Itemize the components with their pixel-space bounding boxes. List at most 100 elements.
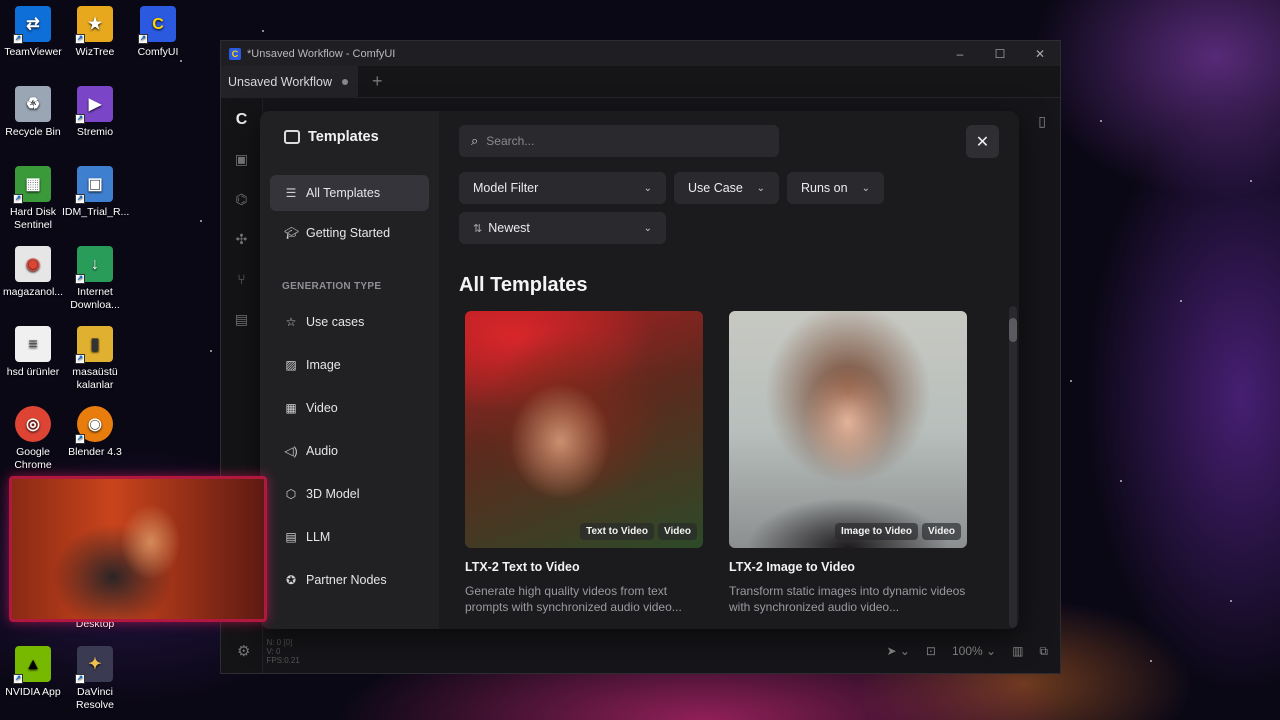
desktop-icon-magazanol[interactable]: ◉ magazanol... [0,246,66,299]
search-input[interactable] [486,134,747,148]
desktop-icon-blender[interactable]: ◉ ↗ Blender 4.3 [62,406,128,459]
comfyui-icon: C ↗ [138,6,176,44]
maximize-icon[interactable]: ☐ [980,47,1020,61]
runs-on-dropdown[interactable]: Runs on ⌄ [787,172,884,204]
desktop-icon-stremio[interactable]: ▶ ↗ Stremio [62,86,128,139]
chrome-icon: ◎ [15,406,51,442]
minimize-icon[interactable]: – [940,47,980,61]
desktop-icon-teamviewer[interactable]: ⇄ ↗ TeamViewer [0,6,66,59]
template-card-title: LTX-2 Text to Video [465,560,580,574]
film-icon: ▦ [285,400,297,415]
desktop-icon-wiztree[interactable]: ★ ↗ WizTree [62,6,128,59]
list-icon: ☰ [285,186,297,200]
template-thumbnail: Image to Video Video [729,311,967,548]
templates-icon [284,130,300,144]
desktop-icon-davinci-resolve[interactable]: ✦ ↗ DaVinci Resolve [62,646,128,712]
comfy-logo-icon[interactable]: C [232,111,252,131]
stremio-icon: ▶ ↗ [75,86,113,124]
nav-getting-started[interactable]: 🎓︎ Getting Started [270,215,429,251]
comfyui-app-icon: C [229,47,241,60]
close-window-icon[interactable]: ✕ [1020,47,1060,61]
fit-view-icon[interactable]: ⊡ [926,644,936,658]
template-thumbnail: Text to Video Video [465,311,703,548]
badge-type: Video [921,523,961,540]
nav-3d-model[interactable]: ⬡ 3D Model [270,474,429,513]
desktop-icon-idm-trial[interactable]: ▣ ↗ IDM_Trial_R... [62,166,129,219]
nav-audio[interactable]: ◁) Audio [270,431,429,470]
sort-arrows-icon: ⇅ [473,222,483,235]
chevron-down-icon: ⌄ [861,182,870,194]
desktop-icon-hard-disk-sentinel[interactable]: ▦ ↗ Hard Disk Sentinel [0,166,66,232]
nav-use-cases[interactable]: ☆ Use cases [270,302,429,341]
link-visibility-icon[interactable]: ⧉ [1039,644,1048,659]
star-icon: ☆ [285,314,297,329]
search-box: ⌕ [459,125,779,157]
desktop-icon-masaustu-kalanlar[interactable]: ▮ ↗ masaüstü kalanlar [62,326,128,392]
templates-heading: Templates [284,129,429,145]
desktop-icon-nvidia-app[interactable]: ▲ ↗ NVIDIA App [0,646,66,699]
images-icon[interactable]: ▣ [232,151,252,171]
template-card-ltx2-image-to-video[interactable]: Image to Video Video LTX-2 Image to Vide… [729,311,967,615]
desktop-icon-recycle-bin[interactable]: ♻ Recycle Bin [0,86,66,139]
template-card-ltx2-text-to-video[interactable]: Text to Video Video LTX-2 Text to Video … [465,311,703,615]
filter-row: Model Filter ⌄ Use Case ⌄ Runs on ⌄ ⇅ Ne… [459,172,999,244]
template-card-description: Generate high quality videos from text p… [465,584,682,614]
badge-type: Video [657,523,697,540]
workflow-tabbar: Unsaved Workflow + [221,65,1060,98]
nvidia-icon: ▲ ↗ [13,646,51,684]
speaker-icon: ◁) [284,443,298,458]
templates-sidebar: Templates ☰ All Templates 🎓︎ Getting Sta… [260,111,439,629]
new-tab-plus-icon[interactable]: + [372,71,383,92]
settings-gear-icon[interactable]: ⚙ [237,642,250,660]
template-card-description: Transform static images into dynamic vid… [729,584,966,614]
teamviewer-icon: ⇄ ↗ [13,6,51,44]
workflow-tab[interactable]: Unsaved Workflow [221,65,358,98]
search-icon: ⌕ [471,133,479,148]
use-case-dropdown[interactable]: Use Case ⌄ [674,172,779,204]
nav-video[interactable]: ▦ Video [270,388,429,427]
chevron-down-icon: ⌄ [756,182,765,194]
unsaved-dot-icon [341,78,348,85]
desktop-icon-internet-download-manager[interactable]: ↓ ↗ Internet Downloa... [62,246,128,312]
cube-icon: ⬡ [285,486,297,501]
webcam-overlay [9,476,267,622]
chevron-down-icon: ⌄ [643,182,652,194]
desktop-icon-comfyui[interactable]: C ↗ ComfyUI [125,6,191,59]
badge-icon: ✪ [285,572,297,587]
recycle-bin-icon: ♻ [15,86,51,122]
pointer-tool-icon[interactable]: ➤ ⌄ [886,644,909,658]
templates-modal: Templates ☰ All Templates 🎓︎ Getting Sta… [260,111,1019,629]
zoom-level[interactable]: 100% ⌄ [952,644,996,658]
close-icon: ✕ [975,133,990,151]
right-panel-toggle-icon[interactable]: ▯ [1038,113,1046,130]
hard-disk-icon: ▦ ↗ [13,166,51,204]
close-modal-button[interactable]: ✕ [966,125,999,158]
desktop-icon-hsd-urunler[interactable]: ≡ hsd ürünler [0,326,66,379]
templates-scrollbar[interactable] [1009,306,1017,628]
nodes-icon[interactable]: ✣ [232,231,252,251]
models-icon[interactable]: ⌬ [232,191,252,211]
image-icon: ▨ [285,357,297,372]
nav-llm[interactable]: ▤ LLM [270,517,429,556]
workflows-icon[interactable]: ⑂ [232,271,252,291]
minimap-icon[interactable]: ▥ [1012,644,1023,658]
model-filter-dropdown[interactable]: Model Filter ⌄ [459,172,666,204]
templates-content: ⌕ ✕ Model Filter ⌄ Use Case ⌄ Runs on ⌄ … [439,111,1019,629]
nav-image[interactable]: ▨ Image [270,345,429,384]
nav-all-templates[interactable]: ☰ All Templates [270,175,429,211]
document-icon: ≡ [15,326,51,362]
window-title: *Unsaved Workflow - ComfyUI [247,47,396,60]
badge-task: Text to Video [580,523,654,540]
desktop-icon-google-chrome[interactable]: ◎ Google Chrome [0,406,66,472]
scrollbar-thumb[interactable] [1009,318,1017,342]
graduation-cap-icon: 🎓︎ [284,226,300,240]
template-grid: Text to Video Video LTX-2 Text to Video … [459,311,999,615]
bottom-bar: ⚙ N: 0 [0] V: 0 FPS:0.21 ➤ ⌄ ⊡ 100% ⌄ ▥ … [221,629,1060,673]
template-card-title: LTX-2 Image to Video [729,560,855,574]
archive-icon: ▮ ↗ [75,326,113,364]
templates-icon[interactable]: ▤ [232,311,252,331]
sort-dropdown[interactable]: ⇅ Newest ⌄ [459,212,666,244]
graph-stats: N: 0 [0] V: 0 FPS:0.21 [266,637,300,665]
window-titlebar: C *Unsaved Workflow - ComfyUI – ☐ ✕ [221,41,1060,66]
nav-partner-nodes[interactable]: ✪ Partner Nodes [270,560,429,599]
